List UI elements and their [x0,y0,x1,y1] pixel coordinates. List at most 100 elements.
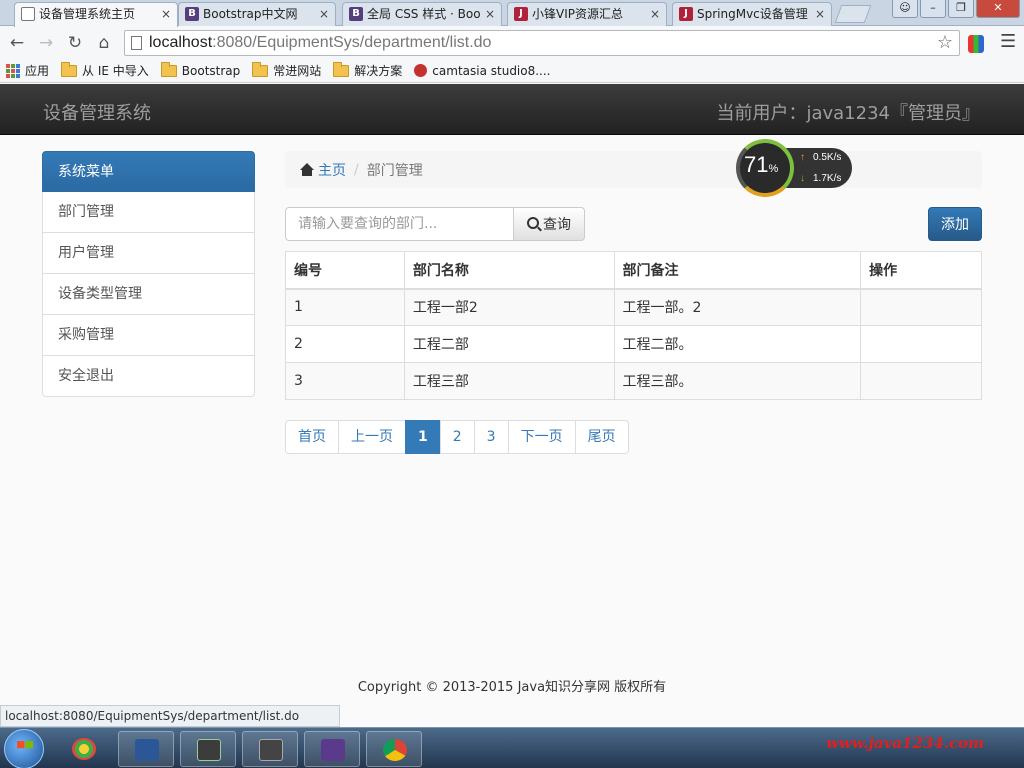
sidebar-menu: 系统菜单 部门管理 用户管理 设备类型管理 采购管理 安全退出 [42,151,255,397]
close-icon[interactable]: × [815,3,825,25]
page-3[interactable]: 3 [473,420,509,454]
forward-icon[interactable]: → [35,32,57,54]
close-icon[interactable]: × [319,3,329,25]
pagination: 首页 上一页 1 2 3 下一页 尾页 [285,420,629,454]
url-text[interactable]: localhost:8080/EquipmentSys/department/l… [149,34,491,52]
taskbar-app-launcher[interactable] [56,731,112,767]
bookmark-solutions[interactable]: 解决方案 [333,61,402,79]
bookmark-bootstrap[interactable]: Bootstrap [160,61,241,78]
address-bar[interactable]: localhost:8080/EquipmentSys/department/l… [124,30,960,56]
terminal-icon [197,739,221,761]
bookmark-camtasia[interactable]: camtasia studio8.... [414,63,551,78]
close-icon[interactable]: × [485,3,495,25]
url-host: localhost [149,34,213,51]
col-header-remark: 部门备注 [613,251,862,290]
java-ee-ide-icon [321,739,345,761]
sidebar-item-purchase[interactable]: 采购管理 [42,315,255,356]
tab-label: Bootstrap中文网 [203,7,298,21]
cell-name: 工程一部2 [403,288,615,326]
cell-actions [860,288,982,326]
page-next[interactable]: 下一页 [507,420,576,454]
breadcrumb-current: 部门管理 [366,162,423,179]
search-icon [527,217,539,229]
java1234-icon: J [679,7,693,21]
taskbar-app-recorder[interactable] [242,731,298,767]
sidebar-item-equipment-type[interactable]: 设备类型管理 [42,274,255,315]
user-icon[interactable]: ☺ [892,0,918,18]
sidebar-item-department[interactable]: 部门管理 [42,192,255,233]
cell-name: 工程二部 [403,325,615,363]
page-first[interactable]: 首页 [285,420,339,454]
search-button-label: 查询 [543,217,571,233]
extension-icon[interactable] [968,35,984,53]
browser-status-bar: localhost:8080/EquipmentSys/department/l… [0,705,340,727]
usage-percent: 71% [744,152,778,178]
breadcrumb: 主页 / 部门管理 [285,151,982,188]
upload-speed: 0.5K/s [800,152,841,163]
tab-label: SpringMvc设备管理 [697,7,808,21]
bookmark-apps[interactable]: 应用 [6,62,49,79]
cell-id: 3 [285,362,405,400]
table-row: 2 工程二部 工程二部。 [285,325,982,363]
new-tab-button[interactable] [834,5,872,23]
bookmark-star-icon[interactable]: ☆ [937,32,953,53]
tab-department-home[interactable]: 设备管理系统主页 × [14,2,178,27]
close-icon[interactable]: × [161,3,171,25]
tab-springmvc[interactable]: J SpringMvc设备管理 × [672,2,832,26]
add-department-button[interactable]: 添加 [928,207,982,241]
chrome-menu-icon[interactable]: ☰ [1000,32,1016,52]
taskbar-app-terminal[interactable] [180,731,236,767]
bookmark-label: 应用 [25,64,50,78]
close-icon[interactable]: × [650,3,660,25]
reload-icon[interactable]: ↻ [64,32,86,54]
back-icon[interactable]: ← [6,32,28,54]
bookmark-label: 常进网站 [273,64,322,78]
col-header-id: 编号 [285,251,405,290]
sidebar-item-users[interactable]: 用户管理 [42,233,255,274]
page-1[interactable]: 1 [405,420,441,454]
bookmark-label: camtasia studio8.... [432,63,551,78]
bookmark-label: 从 IE 中导入 [82,64,149,78]
cell-id: 2 [285,325,405,363]
network-speed-widget[interactable]: 71% 0.5K/s 1.7K/s [736,139,854,197]
folder-icon [160,61,177,77]
home-button-icon[interactable]: ⌂ [93,32,115,54]
bookmark-ie-import[interactable]: 从 IE 中导入 [61,61,149,79]
minimize-button[interactable]: – [920,0,946,18]
taskbar-app-word[interactable] [118,731,174,767]
page-2[interactable]: 2 [439,420,475,454]
tab-global-css[interactable]: B 全局 CSS 样式 · Boo × [342,2,502,26]
bookmark-frequent-sites[interactable]: 常进网站 [252,61,322,79]
restore-button[interactable]: ❐ [948,0,974,18]
folder-icon [252,61,269,77]
watermark-text: www.java1234.com [826,734,985,752]
usage-value: 71 [744,152,769,177]
apps-icon [6,63,20,78]
tab-label: 设备管理系统主页 [39,7,136,21]
chrome-icon [383,739,407,761]
folder-icon [333,61,350,77]
department-table: 编号 部门名称 部门备注 操作 1 工程一部2 工程一部。2 2 工程二部 工程… [285,251,982,400]
app-brand[interactable]: 设备管理系统 [43,99,151,125]
department-search-input[interactable] [285,207,514,241]
taskbar-app-javaee-ide[interactable] [304,731,360,767]
java1234-icon: J [514,7,528,21]
col-header-name: 部门名称 [403,251,615,290]
table-row: 1 工程一部2 工程一部。2 [285,288,982,326]
cell-name: 工程三部 [403,362,615,400]
close-window-button[interactable]: ✕ [976,0,1020,18]
sidebar-item-logout[interactable]: 安全退出 [42,356,255,397]
breadcrumb-separator: / [354,161,359,178]
page-prev[interactable]: 上一页 [338,420,406,454]
page-icon [21,7,35,21]
bookmark-label: Bootstrap [181,63,241,78]
breadcrumb-home-link[interactable]: 主页 [318,160,346,180]
recorder-icon [259,739,283,761]
tab-vip-resources[interactable]: J 小锋VIP资源汇总 × [507,2,667,26]
start-button-icon[interactable] [4,729,44,768]
tab-bootstrap-cn[interactable]: B Bootstrap中文网 × [178,2,336,26]
page-last[interactable]: 尾页 [574,420,629,454]
table-header-row: 编号 部门名称 部门备注 操作 [285,251,982,290]
search-button[interactable]: 查询 [513,207,585,241]
taskbar-app-chrome[interactable] [366,731,422,767]
